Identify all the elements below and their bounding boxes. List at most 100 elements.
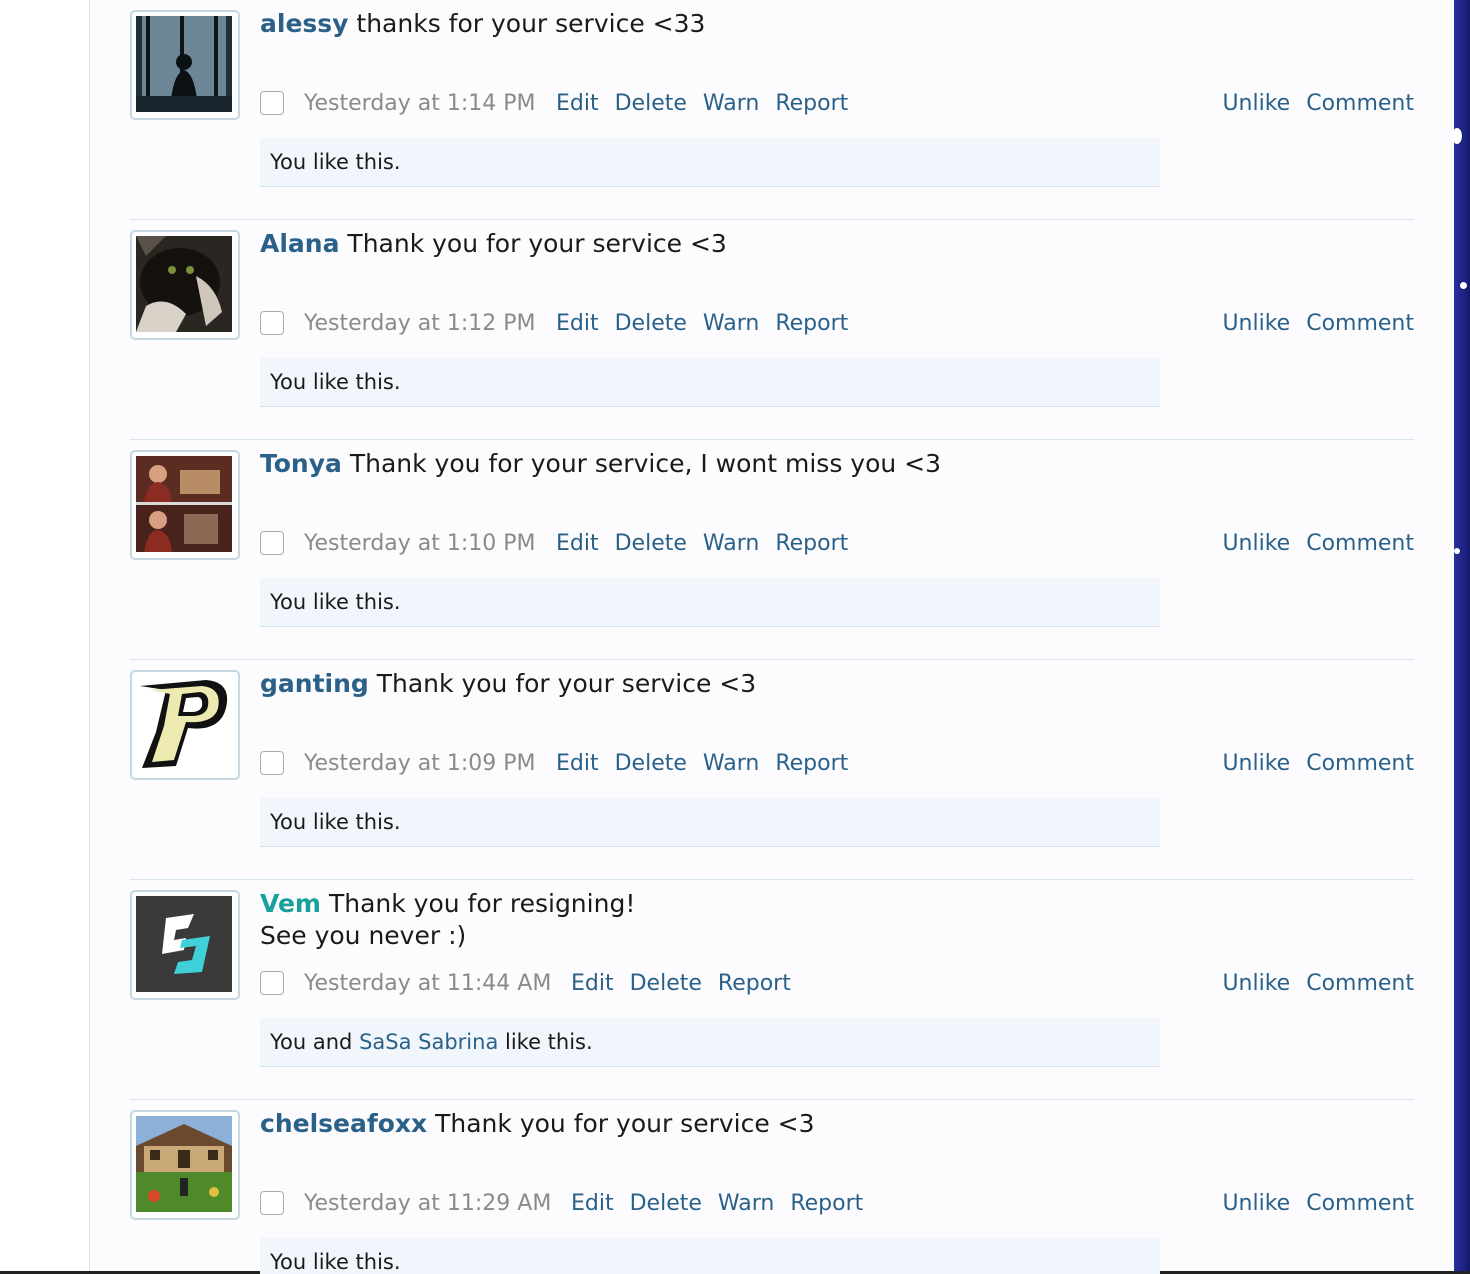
comment-link[interactable]: Comment: [1306, 531, 1414, 556]
delete-link[interactable]: Delete: [630, 971, 702, 996]
username-link[interactable]: Tonya: [260, 449, 342, 478]
avatar-image[interactable]: [136, 896, 232, 992]
edit-link[interactable]: Edit: [556, 531, 599, 556]
username-link[interactable]: chelseafoxx: [260, 1109, 427, 1138]
comment-link[interactable]: Comment: [1306, 1191, 1414, 1216]
likes-suffix: like this.: [498, 1030, 593, 1054]
warn-link[interactable]: Warn: [703, 91, 759, 116]
likes-summary: You like this.: [260, 578, 1160, 627]
moderation-actions: Edit Delete Warn Report: [571, 1184, 879, 1224]
username-link[interactable]: Alana: [260, 229, 339, 258]
select-checkbox[interactable]: [260, 751, 284, 775]
delete-link[interactable]: Delete: [630, 1191, 702, 1216]
message-text: Thank you for your service <3: [376, 669, 757, 698]
post-meta-bar: Yesterday at 1:10 PM Edit Delete Warn Repor…: [260, 524, 1414, 564]
comment-link[interactable]: Comment: [1306, 311, 1414, 336]
likes-summary: You and SaSa Sabrina like this.: [260, 1018, 1160, 1067]
post-message: Alana Thank you for your service <3: [260, 228, 1260, 260]
select-checkbox[interactable]: [260, 311, 284, 335]
comment-link[interactable]: Comment: [1306, 91, 1414, 116]
post-message: chelseafoxx Thank you for your service <…: [260, 1108, 1260, 1140]
report-link[interactable]: Report: [775, 91, 848, 116]
post-reactions: Unlike Comment: [1206, 744, 1414, 784]
decorative-dot: [1454, 548, 1460, 554]
report-link[interactable]: Report: [775, 311, 848, 336]
edit-link[interactable]: Edit: [571, 971, 614, 996]
avatar[interactable]: [130, 450, 240, 560]
post-timestamp[interactable]: Yesterday at 11:44 AM: [304, 964, 551, 1004]
avatar-image[interactable]: [136, 16, 232, 112]
report-link[interactable]: Report: [775, 751, 848, 776]
avatar[interactable]: [130, 890, 240, 1000]
delete-link[interactable]: Delete: [615, 91, 687, 116]
profile-post: alessy thanks for your service <33 Yeste…: [130, 0, 1414, 220]
report-link[interactable]: Report: [790, 1191, 863, 1216]
edit-link[interactable]: Edit: [571, 1191, 614, 1216]
profile-post: Alana Thank you for your service <3 Yest…: [130, 220, 1414, 440]
post-timestamp[interactable]: Yesterday at 1:09 PM: [304, 744, 536, 784]
report-link[interactable]: Report: [775, 531, 848, 556]
message-text: Thank you for your service, I wont miss …: [349, 449, 942, 478]
comment-link[interactable]: Comment: [1306, 751, 1414, 776]
post-timestamp[interactable]: Yesterday at 1:12 PM: [304, 304, 536, 344]
select-checkbox[interactable]: [260, 971, 284, 995]
post-meta-bar: Yesterday at 11:44 AM Edit Delete Report U…: [260, 964, 1414, 1004]
edit-link[interactable]: Edit: [556, 311, 599, 336]
avatar-image[interactable]: [136, 1116, 232, 1212]
liker-name-link[interactable]: SaSa Sabrina: [359, 1030, 498, 1054]
report-link[interactable]: Report: [718, 971, 791, 996]
profile-post: ganting Thank you for your service <3 Ye…: [130, 660, 1414, 880]
select-checkbox[interactable]: [260, 1191, 284, 1215]
decorative-dot: [1452, 128, 1462, 144]
post-meta-bar: Yesterday at 1:12 PM Edit Delete Warn Repor…: [260, 304, 1414, 344]
delete-link[interactable]: Delete: [615, 531, 687, 556]
post-meta-bar: Yesterday at 1:14 PM Edit Delete Warn Repor…: [260, 84, 1414, 124]
username-link[interactable]: Vem: [260, 889, 321, 918]
username-link[interactable]: ganting: [260, 669, 369, 698]
post-timestamp[interactable]: Yesterday at 11:29 AM: [304, 1184, 551, 1224]
likes-prefix: You like this.: [270, 150, 401, 174]
username-link[interactable]: alessy: [260, 9, 348, 38]
delete-link[interactable]: Delete: [615, 311, 687, 336]
post-message: alessy thanks for your service <33: [260, 8, 1260, 40]
unlike-link[interactable]: Unlike: [1222, 531, 1290, 556]
select-checkbox[interactable]: [260, 531, 284, 555]
post-message: Tonya Thank you for your service, I wont…: [260, 448, 1260, 480]
warn-link[interactable]: Warn: [703, 531, 759, 556]
avatar[interactable]: [130, 230, 240, 340]
profile-post: chelseafoxx Thank you for your service <…: [130, 1100, 1414, 1274]
likes-prefix: You like this.: [270, 1250, 401, 1274]
post-timestamp[interactable]: Yesterday at 1:10 PM: [304, 524, 536, 564]
likes-prefix: You like this.: [270, 810, 401, 834]
moderation-actions: Edit Delete Warn Report: [556, 744, 864, 784]
moderation-actions: Edit Delete Warn Report: [556, 84, 864, 124]
select-checkbox[interactable]: [260, 91, 284, 115]
warn-link[interactable]: Warn: [703, 751, 759, 776]
avatar-image[interactable]: [136, 456, 232, 552]
avatar[interactable]: [130, 1110, 240, 1220]
post-meta-bar: Yesterday at 11:29 AM Edit Delete Warn Repo…: [260, 1184, 1414, 1224]
warn-link[interactable]: Warn: [718, 1191, 774, 1216]
comment-link[interactable]: Comment: [1306, 971, 1414, 996]
post-timestamp[interactable]: Yesterday at 1:14 PM: [304, 84, 536, 124]
warn-link[interactable]: Warn: [703, 311, 759, 336]
profile-posts-page: alessy thanks for your service <33 Yeste…: [0, 0, 1470, 1274]
post-reactions: Unlike Comment: [1206, 84, 1414, 124]
unlike-link[interactable]: Unlike: [1222, 971, 1290, 996]
message-text: Thank you for your service <3: [347, 229, 727, 258]
unlike-link[interactable]: Unlike: [1222, 751, 1290, 776]
avatar[interactable]: [130, 10, 240, 120]
unlike-link[interactable]: Unlike: [1222, 311, 1290, 336]
avatar-image[interactable]: [136, 676, 232, 772]
likes-summary: You like this.: [260, 358, 1160, 407]
unlike-link[interactable]: Unlike: [1222, 91, 1290, 116]
edit-link[interactable]: Edit: [556, 751, 599, 776]
avatar-image[interactable]: [136, 236, 232, 332]
likes-summary: You like this.: [260, 1238, 1160, 1274]
decorative-dot: [1460, 282, 1467, 289]
delete-link[interactable]: Delete: [615, 751, 687, 776]
post-message: Vem Thank you for resigning! See you nev…: [260, 888, 1260, 952]
unlike-link[interactable]: Unlike: [1222, 1191, 1290, 1216]
avatar[interactable]: [130, 670, 240, 780]
edit-link[interactable]: Edit: [556, 91, 599, 116]
